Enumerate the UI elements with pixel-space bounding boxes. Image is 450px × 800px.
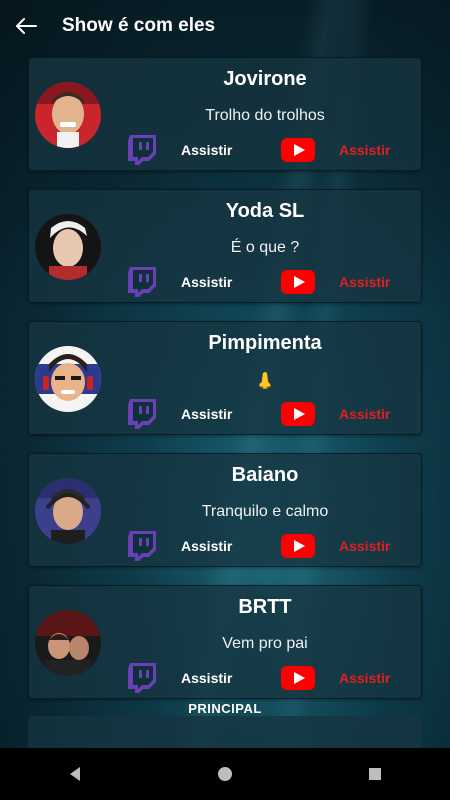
avatar [35,82,101,148]
youtube-icon[interactable] [281,138,315,162]
recents-square-icon [369,768,381,780]
twitch-icon[interactable] [125,396,159,430]
streamer-card[interactable]: BRTT Vem pro pai Assistir Assistir [28,585,422,699]
streamer-name: Jovirone [223,68,307,90]
twitch-icon[interactable] [125,264,159,298]
youtube-watch-link[interactable]: Assistir [339,538,390,554]
back-button[interactable] [0,0,52,52]
streamer-status: 👃 [255,373,275,390]
twitch-icon[interactable] [125,528,159,562]
avatar [35,346,101,412]
nav-recents-button[interactable] [345,748,405,800]
streamer-name: BRTT [238,596,292,618]
home-circle-icon [218,767,232,781]
youtube-icon[interactable] [281,666,315,690]
avatar [35,478,101,544]
twitch-watch-link[interactable]: Assistir [181,538,232,554]
streamer-card[interactable]: Baiano Tranquilo e calmo Assistir Assist… [28,453,422,567]
youtube-watch-link[interactable]: Assistir [339,274,390,290]
streamer-card[interactable]: Yoda SL É o que ? Assistir Assistir [28,189,422,303]
twitch-icon[interactable] [125,132,159,166]
youtube-icon[interactable] [281,534,315,558]
nav-home-button[interactable] [195,748,255,800]
youtube-icon[interactable] [281,270,315,294]
back-triangle-icon [70,767,80,781]
tab-principal[interactable]: PRINCIPAL [0,701,450,716]
streamer-name: Yoda SL [225,200,305,222]
avatar [35,610,101,676]
streamer-status: É o que ? [230,239,300,256]
streamer-status: Vem pro pai [222,635,308,652]
twitch-watch-link[interactable]: Assistir [181,274,232,290]
streamer-list: Jovirone Trolho do trolhos Assistir Assi… [28,57,422,717]
streamer-name: Pimpimenta [208,332,322,354]
twitch-watch-link[interactable]: Assistir [181,142,232,158]
twitch-icon[interactable] [125,660,159,694]
arrow-left-icon [16,18,37,34]
twitch-watch-link[interactable]: Assistir [181,406,232,422]
streamer-name: Baiano [231,464,299,486]
streamer-status: Tranquilo e calmo [201,503,329,520]
youtube-watch-link[interactable]: Assistir [339,670,390,686]
avatar [35,214,101,280]
youtube-icon[interactable] [281,402,315,426]
streamer-status: Trolho do trolhos [205,107,325,124]
streamer-card[interactable]: Jovirone Trolho do trolhos Assistir Assi… [28,57,422,171]
nav-back-button[interactable] [45,748,105,800]
twitch-watch-link[interactable]: Assistir [181,670,232,686]
app-bar: Show é com eles [0,0,450,52]
youtube-watch-link[interactable]: Assistir [339,142,390,158]
page-title: Show é com eles [62,15,216,36]
system-nav-bar [0,748,450,800]
youtube-watch-link[interactable]: Assistir [339,406,390,422]
streamer-card[interactable]: Pimpimenta 👃 Assistir Assistir [28,321,422,435]
